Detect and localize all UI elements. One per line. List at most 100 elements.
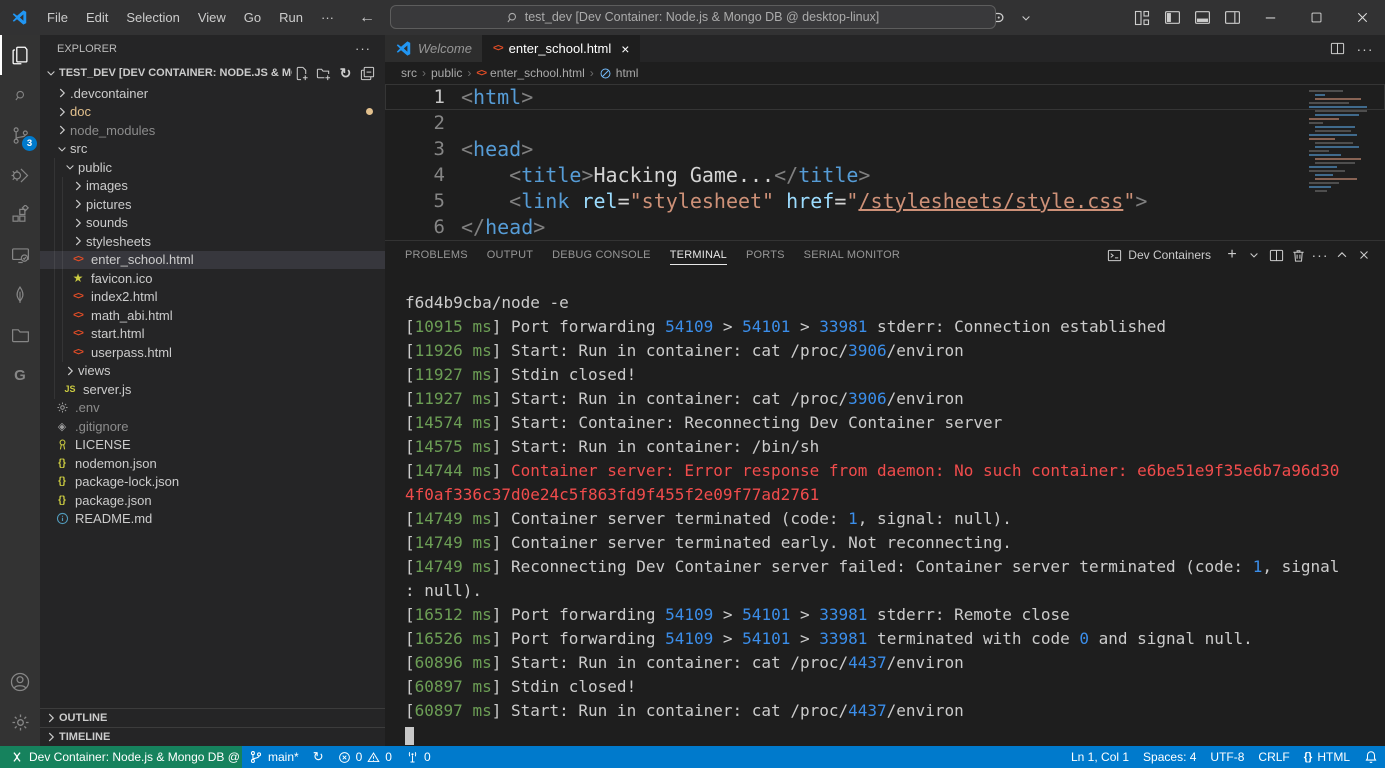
activity-containers[interactable] xyxy=(0,315,40,355)
split-editor-icon[interactable] xyxy=(1325,37,1349,61)
minimap[interactable] xyxy=(1307,90,1369,194)
maximize-panel-icon[interactable] xyxy=(1331,243,1353,267)
add-terminal-icon[interactable]: + xyxy=(1221,243,1243,267)
tree-item-src[interactable]: src xyxy=(40,140,385,159)
tree-item-start-html[interactable]: <>start.html xyxy=(40,325,385,344)
activity-gitlens[interactable]: G xyxy=(0,355,40,395)
code-editor[interactable]: 1<html>23<head>4 <title>Hacking Game...<… xyxy=(385,84,1385,240)
sidebar-section-timeline[interactable]: TIMELINE xyxy=(40,727,385,746)
new-folder-icon[interactable] xyxy=(314,64,333,83)
panel-tab-output[interactable]: OUTPUT xyxy=(479,241,541,269)
collapse-all-icon[interactable] xyxy=(358,64,377,83)
menu-edit[interactable]: Edit xyxy=(77,0,117,35)
tab-welcome[interactable]: Welcome xyxy=(385,35,483,62)
status-notifications[interactable] xyxy=(1357,746,1385,768)
close-tab-icon[interactable]: × xyxy=(621,41,629,57)
status-encoding[interactable]: UTF-8 xyxy=(1203,746,1251,768)
indent-guide xyxy=(54,362,62,381)
status-language[interactable]: {}HTML xyxy=(1297,746,1357,768)
breadcrumb[interactable]: src›public›<>enter_school.html›html xyxy=(385,62,1385,84)
minimize-icon[interactable] xyxy=(1247,0,1293,35)
activity-remote-explorer[interactable] xyxy=(0,235,40,275)
tree-item-images[interactable]: images xyxy=(40,177,385,196)
panel-tab-ports[interactable]: PORTS xyxy=(738,241,793,269)
toggle-primary-sidebar-icon[interactable] xyxy=(1157,0,1187,35)
command-center-search[interactable]: test_dev [Dev Container: Node.js & Mongo… xyxy=(390,5,996,29)
tree-item-readme-md[interactable]: README.md xyxy=(40,510,385,529)
tree-item-devcontainer[interactable]: .devcontainer xyxy=(40,84,385,103)
refresh-icon[interactable]: ↻ xyxy=(336,64,355,83)
sidebar-section-outline[interactable]: OUTLINE xyxy=(40,708,385,727)
status-problems[interactable]: 00 xyxy=(331,746,399,768)
menu-overflow[interactable]: ··· xyxy=(312,0,343,35)
tree-item-node-modules[interactable]: node_modules xyxy=(40,121,385,140)
menu-selection[interactable]: Selection xyxy=(117,0,188,35)
activity-accounts[interactable] xyxy=(0,662,40,702)
activity-extensions[interactable] xyxy=(0,195,40,235)
toggle-panel-icon[interactable] xyxy=(1187,0,1217,35)
panel-tab-debug-console[interactable]: DEBUG CONSOLE xyxy=(544,241,659,269)
split-terminal-icon[interactable] xyxy=(1265,243,1287,267)
more-actions-icon[interactable]: ··· xyxy=(1309,243,1331,267)
tree-item-math-abi-html[interactable]: <>math_abi.html xyxy=(40,306,385,325)
chevron-down-icon[interactable] xyxy=(1011,0,1041,35)
tree-item-label: userpass.html xyxy=(91,345,172,360)
activity-source-control[interactable]: 3 xyxy=(0,115,40,155)
tree-item-userpass-html[interactable]: <>userpass.html xyxy=(40,343,385,362)
breadcrumb-item-public[interactable]: public xyxy=(431,66,462,80)
sync-icon[interactable]: ↻ xyxy=(306,746,331,768)
tree-item-sounds[interactable]: sounds xyxy=(40,214,385,233)
maximize-icon[interactable] xyxy=(1293,0,1339,35)
status-indentation[interactable]: Spaces: 4 xyxy=(1136,746,1203,768)
breadcrumb-item-html[interactable]: html xyxy=(599,66,639,80)
workspace-section-header[interactable]: TEST_DEV [DEV CONTAINER: NODE.JS & MONGO… xyxy=(40,62,385,84)
menu-view[interactable]: View xyxy=(189,0,235,35)
tree-item-stylesheets[interactable]: stylesheets xyxy=(40,232,385,251)
tree-item-enter-school-html[interactable]: <>enter_school.html xyxy=(40,251,385,270)
tree-item-pictures[interactable]: pictures xyxy=(40,195,385,214)
status-branch[interactable]: main* xyxy=(242,746,306,768)
close-icon[interactable] xyxy=(1339,0,1385,35)
new-file-icon[interactable] xyxy=(292,64,311,83)
breadcrumb-item-src[interactable]: src xyxy=(401,66,417,80)
tree-item-views[interactable]: views xyxy=(40,362,385,381)
menu-run[interactable]: Run xyxy=(270,0,312,35)
more-actions-icon[interactable]: ··· xyxy=(355,41,371,56)
tree-item-env[interactable]: .env xyxy=(40,399,385,418)
chevron-down-icon[interactable] xyxy=(1243,243,1265,267)
activity-run-debug[interactable] xyxy=(0,155,40,195)
terminal[interactable]: f6d4b9cba/node -e[10915 ms] Port forward… xyxy=(385,269,1385,746)
kill-terminal-icon[interactable] xyxy=(1287,243,1309,267)
status-eol[interactable]: CRLF xyxy=(1251,746,1296,768)
tree-item-favicon-ico[interactable]: ★favicon.ico xyxy=(40,269,385,288)
status-ports[interactable]: 0 xyxy=(399,746,438,768)
tree-item-doc[interactable]: doc xyxy=(40,103,385,122)
tree-item-license[interactable]: LICENSE xyxy=(40,436,385,455)
toggle-secondary-sidebar-icon[interactable] xyxy=(1217,0,1247,35)
tree-item-index2-html[interactable]: <>index2.html xyxy=(40,288,385,307)
tree-item-public[interactable]: public xyxy=(40,158,385,177)
close-panel-icon[interactable] xyxy=(1353,243,1375,267)
customize-layout-icon[interactable] xyxy=(1127,0,1157,35)
more-actions-icon[interactable]: ··· xyxy=(1353,37,1377,61)
status-line-col[interactable]: Ln 1, Col 1 xyxy=(1064,746,1136,768)
activity-explorer[interactable] xyxy=(0,35,40,75)
tree-item-package-lock-json[interactable]: {}package-lock.json xyxy=(40,473,385,492)
activity-settings[interactable] xyxy=(0,702,40,742)
panel-tab-serial-monitor[interactable]: SERIAL MONITOR xyxy=(796,241,908,269)
activity-mongodb[interactable] xyxy=(0,275,40,315)
panel-tab-problems[interactable]: PROBLEMS xyxy=(397,241,476,269)
tree-item-package-json[interactable]: {}package.json xyxy=(40,491,385,510)
menu-file[interactable]: File xyxy=(38,0,77,35)
tree-item-gitignore[interactable]: ◈.gitignore xyxy=(40,417,385,436)
tree-item-server-js[interactable]: JSserver.js xyxy=(40,380,385,399)
tab-enter-school-html[interactable]: <>enter_school.html× xyxy=(483,35,641,62)
arrow-left-icon[interactable]: ← xyxy=(353,0,381,35)
terminal-shell-selector[interactable]: Dev Containers xyxy=(1107,248,1211,263)
breadcrumb-item-enter-school-html[interactable]: <>enter_school.html xyxy=(476,66,584,80)
panel-tab-terminal[interactable]: TERMINAL xyxy=(662,241,735,269)
status-remote[interactable]: Dev Container: Node.js & Mongo DB @ desk… xyxy=(0,746,242,768)
menu-go[interactable]: Go xyxy=(235,0,270,35)
tree-item-nodemon-json[interactable]: {}nodemon.json xyxy=(40,454,385,473)
activity-search[interactable] xyxy=(0,75,40,115)
